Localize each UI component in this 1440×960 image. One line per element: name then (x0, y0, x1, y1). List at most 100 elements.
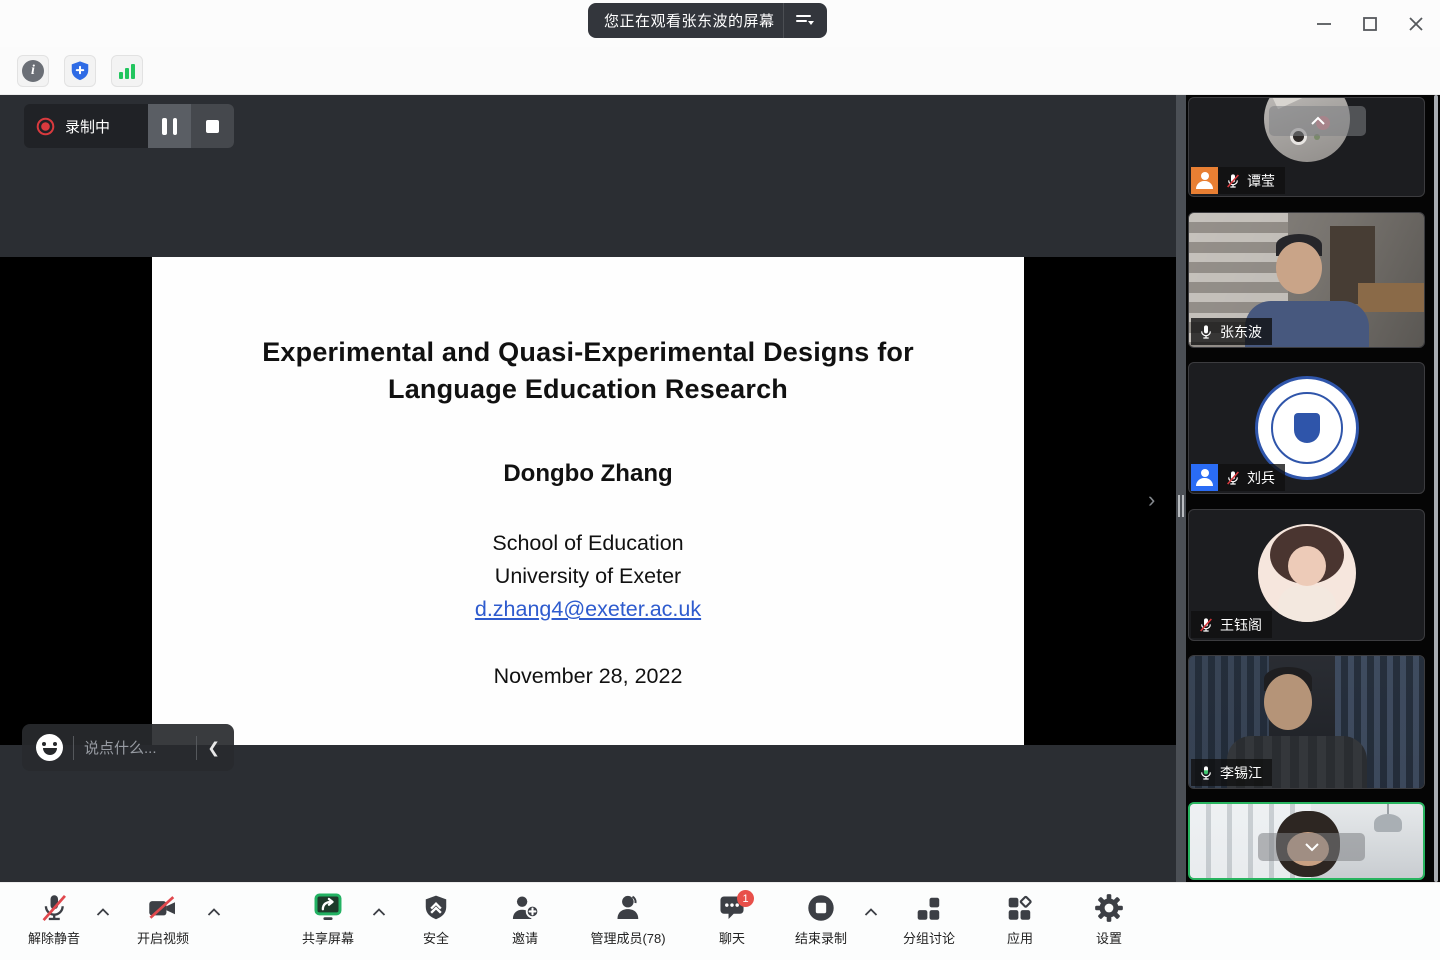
watching-screen-pill: 您正在观看张东波的屏幕 (588, 3, 827, 38)
close-button[interactable] (1400, 8, 1432, 40)
pause-recording-button[interactable] (148, 104, 191, 148)
participant-tile[interactable]: 谭莹 (1188, 97, 1425, 197)
meeting-toolbar: 解除静音 开启视频 共享屏幕 (0, 882, 1440, 960)
presentation-slide: Experimental and Quasi-Experimental Desi… (152, 257, 1024, 745)
share-options-icon[interactable] (783, 3, 827, 38)
start-video-label: 开启视频 (137, 928, 189, 947)
breakout-squares-icon (915, 891, 943, 923)
stop-icon (206, 120, 219, 133)
slide-title-line2: Language Education Research (152, 374, 1024, 405)
avatar (1258, 524, 1356, 622)
panel-resize-handle[interactable] (1176, 95, 1186, 882)
invite-person-icon (510, 891, 540, 923)
mic-muted-icon (1198, 617, 1214, 633)
manage-participants-button[interactable]: 管理成员(78) (590, 891, 665, 947)
participant-name: 谭莹 (1247, 171, 1275, 191)
apps-label: 应用 (1007, 928, 1033, 947)
security-shield-icon (422, 891, 450, 923)
participant-tile-active[interactable] (1188, 802, 1425, 880)
mic-muted-icon (1225, 173, 1241, 189)
slide-title-line1: Experimental and Quasi-Experimental Desi… (152, 337, 1024, 368)
unmute-button[interactable]: 解除静音 (28, 891, 80, 947)
breakout-rooms-button[interactable]: 分组讨论 (903, 891, 955, 947)
quick-chat-input[interactable]: 说点什么... (84, 737, 186, 758)
participant-name-tag: 刘兵 (1191, 464, 1285, 491)
slide-email-link[interactable]: d.zhang4@exeter.ac.uk (152, 597, 1024, 622)
chevron-up-icon (1310, 116, 1326, 126)
camera-off-icon (147, 891, 179, 923)
participant-name: 刘兵 (1247, 468, 1275, 488)
info-icon: i (22, 60, 44, 82)
share-screen-button[interactable]: 共享屏幕 (302, 891, 354, 947)
mic-muted-icon (1225, 470, 1241, 486)
shield-plus-icon (69, 60, 91, 82)
mic-speaking-icon (1198, 765, 1214, 781)
meeting-info-button[interactable]: i (17, 55, 49, 87)
participant-name: 张东波 (1220, 322, 1262, 342)
slide-affiliation2: University of Exeter (152, 564, 1024, 589)
signal-bars-icon (117, 61, 137, 81)
stop-recording-toolbar-button[interactable]: 结束录制 (795, 891, 847, 947)
chat-unread-badge: 1 (737, 890, 754, 907)
host-badge-icon (1191, 167, 1218, 194)
collapse-chat-icon[interactable]: ❮ (207, 739, 220, 757)
share-options-chevron[interactable] (373, 903, 386, 921)
expand-panel-icon[interactable]: › (1148, 487, 1155, 513)
maximize-button[interactable] (1354, 8, 1386, 40)
participant-name-tag: 谭莹 (1191, 167, 1285, 194)
minimize-button[interactable] (1308, 8, 1340, 40)
participant-name: 李锡江 (1220, 763, 1262, 783)
participant-name-tag: 张东波 (1191, 318, 1272, 345)
emoji-icon[interactable] (36, 734, 63, 761)
security-label: 安全 (423, 928, 449, 947)
sidebar-scrollbar[interactable] (1434, 95, 1438, 882)
quick-chat-bar: 说点什么... ❮ (22, 724, 234, 771)
stop-recording-button[interactable] (191, 104, 234, 148)
slide-author: Dongbo Zhang (152, 460, 1024, 488)
manage-participants-label: 管理成员(78) (590, 928, 665, 947)
stop-record-icon (806, 891, 836, 923)
invite-label: 邀请 (512, 928, 538, 947)
participant-name-tag: 王钰阁 (1191, 611, 1272, 638)
window-titlebar: 您正在观看张东波的屏幕 (0, 0, 1440, 47)
mic-on-icon (1198, 324, 1214, 340)
participant-tile[interactable]: 李锡江 (1188, 655, 1425, 789)
recording-indicator: 录制中 (24, 104, 234, 148)
video-options-chevron[interactable] (208, 903, 221, 921)
network-quality-button[interactable] (111, 55, 143, 87)
stop-recording-label: 结束录制 (795, 928, 847, 947)
gear-icon (1094, 891, 1124, 923)
scroll-up-button[interactable] (1269, 106, 1366, 136)
divider (73, 736, 74, 760)
security-shield-button[interactable] (64, 55, 96, 87)
invite-button[interactable]: 邀请 (510, 891, 540, 947)
scroll-down-button[interactable] (1258, 833, 1365, 861)
record-dot-icon (36, 117, 55, 136)
divider (196, 736, 197, 760)
audio-options-chevron[interactable] (97, 903, 110, 921)
pause-icon (162, 118, 177, 135)
apps-grid-icon (1006, 891, 1034, 923)
recording-options-chevron[interactable] (865, 903, 878, 921)
slide-date: November 28, 2022 (152, 664, 1024, 689)
screen-share-icon (312, 891, 344, 923)
apps-button[interactable]: 应用 (1006, 891, 1034, 947)
participant-name: 王钰阁 (1220, 615, 1262, 635)
participant-tile[interactable]: 刘兵 (1188, 362, 1425, 494)
participant-tile[interactable]: 王钰阁 (1188, 509, 1425, 641)
settings-button[interactable]: 设置 (1094, 891, 1124, 947)
share-screen-label: 共享屏幕 (302, 928, 354, 947)
security-button[interactable]: 安全 (422, 891, 450, 947)
chat-label: 聊天 (719, 928, 745, 947)
participant-tile[interactable]: 张东波 (1188, 212, 1425, 348)
resize-grip-icon (1178, 495, 1180, 517)
chevron-down-icon (1304, 842, 1320, 852)
participant-name-tag: 李锡江 (1191, 759, 1272, 786)
meeting-statusbar: i 34:26 演讲者视图 (0, 47, 1440, 95)
unmute-label: 解除静音 (28, 928, 80, 947)
mic-muted-icon (39, 891, 69, 923)
start-video-button[interactable]: 开启视频 (137, 891, 189, 947)
watching-screen-label: 您正在观看张东波的屏幕 (604, 10, 775, 31)
participant-badge-icon (1191, 464, 1218, 491)
participants-icon (613, 891, 643, 923)
